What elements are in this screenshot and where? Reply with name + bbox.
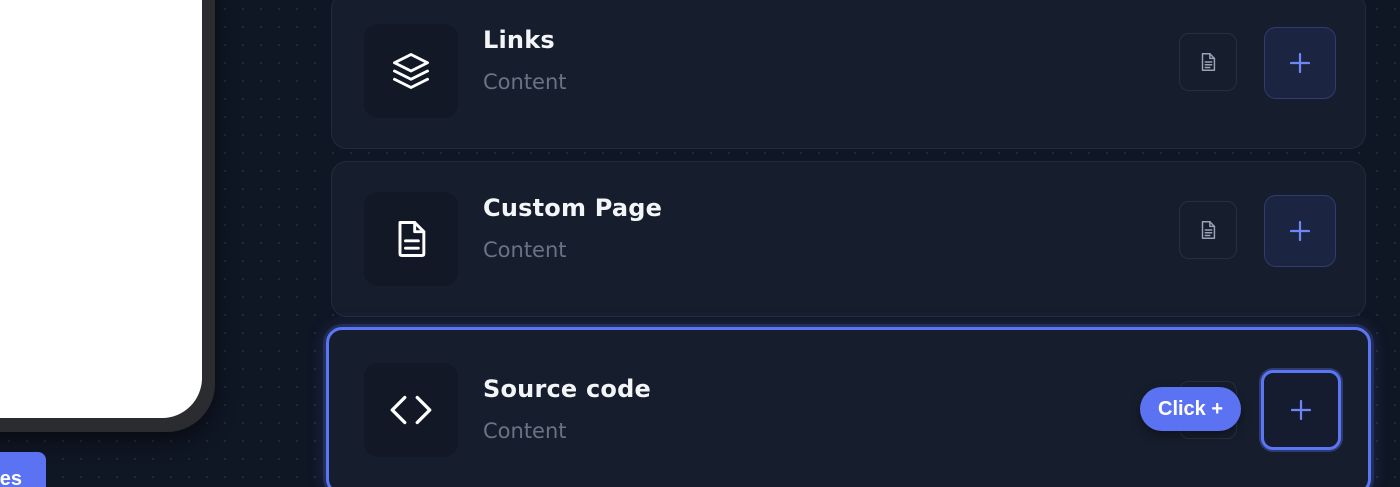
document-icon (1201, 221, 1216, 239)
plus-icon (1290, 399, 1312, 421)
block-card-custom-page[interactable]: Custom Page Content (331, 161, 1366, 317)
preview-action-button[interactable]: es (0, 452, 46, 487)
plus-icon (1289, 220, 1311, 242)
add-block-button[interactable] (1261, 370, 1341, 450)
document-icon (398, 221, 426, 257)
phone-preview (0, 0, 215, 432)
block-title: Source code (483, 375, 651, 403)
block-card-links[interactable]: Links Content (331, 0, 1366, 149)
block-category: Content (483, 70, 567, 94)
add-block-button[interactable] (1264, 195, 1336, 267)
block-title: Links (483, 26, 555, 54)
block-icon-box (364, 363, 458, 457)
block-picker: es Links Content Custom Page Content Sou… (0, 0, 1400, 487)
block-category: Content (483, 419, 567, 443)
code-icon (390, 395, 432, 425)
document-icon (1201, 53, 1216, 71)
block-card-source-code[interactable]: Source code Content Click + (326, 327, 1371, 487)
block-title: Custom Page (483, 194, 663, 222)
add-block-button[interactable] (1264, 27, 1336, 99)
click-hint-label: Click + (1158, 397, 1224, 420)
view-docs-button[interactable] (1179, 201, 1237, 259)
phone-screen (0, 0, 202, 418)
view-docs-button[interactable] (1179, 33, 1237, 91)
block-icon-box (364, 24, 458, 118)
layers-icon (393, 53, 429, 89)
preview-action-label: es (0, 468, 22, 487)
plus-icon (1289, 52, 1311, 74)
block-icon-box (364, 192, 458, 286)
click-hint-tooltip: Click + (1140, 387, 1242, 431)
block-category: Content (483, 238, 567, 262)
